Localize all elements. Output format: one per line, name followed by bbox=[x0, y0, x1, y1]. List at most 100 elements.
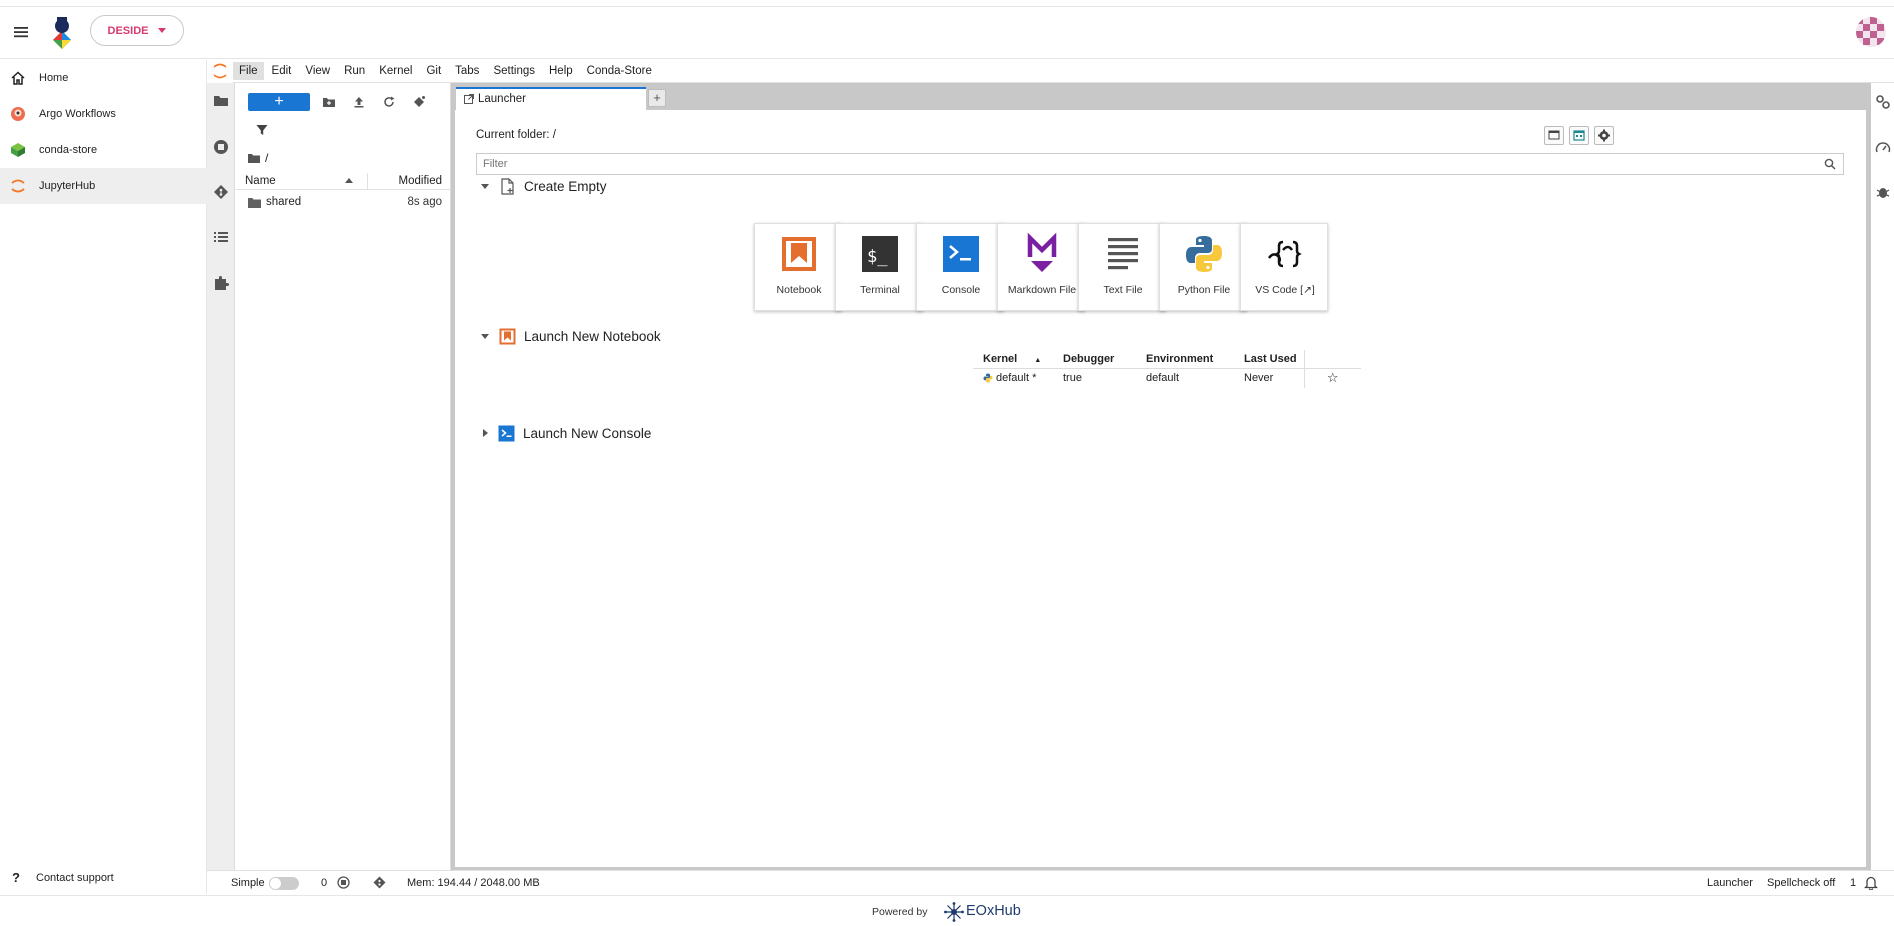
refresh-icon[interactable] bbox=[382, 95, 396, 109]
new-launcher-button[interactable]: + bbox=[248, 93, 310, 111]
sidebar-item-argo-workflows[interactable]: Argo Workflows bbox=[0, 96, 207, 132]
card-label: VS Code [↗] bbox=[1255, 284, 1315, 296]
kernel-row[interactable]: default * true default Never ☆ bbox=[973, 368, 1361, 388]
spellcheck-status[interactable]: Spellcheck off bbox=[1767, 877, 1835, 889]
layout-toggle-icon[interactable] bbox=[1544, 126, 1564, 145]
column-header-star bbox=[1303, 350, 1361, 369]
column-header-modified[interactable]: Modified bbox=[399, 175, 442, 187]
new-folder-icon[interactable] bbox=[322, 95, 336, 109]
launcher-filter-input[interactable] bbox=[476, 153, 1844, 175]
launcher-card-vscode[interactable]: VS Code [↗] bbox=[1240, 223, 1328, 311]
section-label: Create Empty bbox=[524, 178, 607, 194]
launcher-panel: Current folder: / Create Empty bbox=[455, 110, 1866, 867]
hamburger-menu-icon[interactable] bbox=[12, 23, 30, 41]
running-sessions-icon[interactable] bbox=[213, 139, 229, 155]
git-icon[interactable] bbox=[213, 184, 229, 200]
simple-mode-label: Simple bbox=[231, 877, 265, 889]
contact-support-link[interactable]: ? Contact support bbox=[0, 864, 207, 892]
filter-icon[interactable] bbox=[255, 123, 269, 137]
argo-icon bbox=[10, 106, 26, 122]
file-list-header: Name Modified bbox=[236, 173, 451, 190]
python-icon bbox=[1182, 232, 1226, 276]
bell-icon[interactable] bbox=[1864, 875, 1878, 890]
launcher-card-markdown[interactable]: Markdown File bbox=[997, 223, 1085, 311]
tenant-selector-button[interactable]: DESIDE bbox=[90, 15, 184, 46]
git-branch-icon[interactable] bbox=[373, 876, 386, 889]
chevron-right-icon bbox=[483, 429, 488, 437]
menu-settings[interactable]: Settings bbox=[487, 62, 541, 80]
card-label: Python File bbox=[1177, 284, 1231, 296]
menu-git[interactable]: Git bbox=[420, 62, 447, 80]
sidebar-item-jupyterhub[interactable]: JupyterHub bbox=[0, 168, 207, 204]
launcher-card-console[interactable]: Console bbox=[916, 223, 1004, 311]
column-header-environment[interactable]: Environment bbox=[1136, 350, 1234, 369]
simple-mode-toggle[interactable] bbox=[269, 877, 299, 890]
extensions-puzzle-icon[interactable] bbox=[213, 275, 229, 291]
settings-gear-icon[interactable] bbox=[1594, 126, 1614, 145]
kernel-status-icon[interactable] bbox=[337, 876, 350, 889]
eoxhub-brand[interactable]: EOxHub bbox=[966, 903, 1021, 919]
section-new-notebook[interactable]: Launch New Notebook bbox=[481, 326, 661, 346]
menu-run[interactable]: Run bbox=[338, 62, 371, 80]
memory-usage: Mem: 194.44 / 2048.00 MB bbox=[407, 877, 540, 889]
menu-file[interactable]: File bbox=[233, 62, 264, 80]
section-label: Launch New Console bbox=[523, 425, 652, 441]
calendar-icon[interactable] bbox=[1569, 126, 1589, 145]
column-header-last-used[interactable]: Last Used bbox=[1234, 350, 1304, 369]
launcher-tab-icon bbox=[464, 94, 474, 104]
folder-icon[interactable] bbox=[213, 93, 229, 109]
running-count[interactable]: 0 bbox=[321, 877, 327, 889]
breadcrumb[interactable]: / bbox=[248, 151, 268, 165]
column-header-kernel[interactable]: Kernel ▲ bbox=[973, 350, 1053, 369]
kernel-last-used: Never bbox=[1244, 372, 1274, 385]
chevron-down-icon bbox=[158, 28, 167, 33]
star-icon[interactable]: ☆ bbox=[1303, 368, 1361, 388]
menu-tabs[interactable]: Tabs bbox=[449, 62, 485, 80]
menu-bar: File Edit View Run Kernel Git Tabs Setti… bbox=[233, 60, 1894, 83]
tab-launcher[interactable]: Launcher bbox=[456, 87, 646, 110]
folder-icon bbox=[248, 154, 260, 163]
resource-usage-gauge-icon[interactable] bbox=[1875, 140, 1891, 156]
left-activity-bar bbox=[207, 83, 235, 870]
file-browser-panel: + / Name Modified shared 8s ago bbox=[236, 83, 451, 870]
git-clone-icon[interactable] bbox=[412, 95, 426, 109]
home-icon bbox=[10, 70, 26, 86]
launcher-card-python-file[interactable]: Python File bbox=[1159, 223, 1247, 311]
kernel-table-header: Kernel ▲ Debugger Environment Last Used bbox=[973, 350, 1361, 369]
menu-kernel[interactable]: Kernel bbox=[373, 62, 418, 80]
menu-view[interactable]: View bbox=[299, 62, 336, 80]
status-bar: Simple 0 Mem: 194.44 / 2048.00 MB Launch… bbox=[207, 870, 1894, 894]
menu-edit[interactable]: Edit bbox=[266, 62, 298, 80]
tab-label: Launcher bbox=[478, 93, 526, 105]
column-header-name[interactable]: Name bbox=[245, 175, 276, 187]
breadcrumb-root[interactable]: / bbox=[265, 151, 268, 165]
terminal-icon: $_ bbox=[858, 232, 902, 276]
menu-conda-store[interactable]: Conda-Store bbox=[581, 62, 658, 80]
section-new-console[interactable]: Launch New Console bbox=[481, 423, 651, 443]
sidebar-item-home[interactable]: Home bbox=[0, 60, 207, 96]
eoxhub-logo-icon[interactable] bbox=[944, 902, 964, 922]
launcher-card-terminal[interactable]: $_ Terminal bbox=[835, 223, 923, 311]
launcher-card-notebook[interactable]: Notebook bbox=[754, 223, 842, 311]
debugger-bug-icon[interactable] bbox=[1875, 184, 1891, 200]
column-divider bbox=[367, 173, 368, 190]
console-icon bbox=[939, 232, 983, 276]
notification-count[interactable]: 1 bbox=[1850, 877, 1856, 889]
menu-help[interactable]: Help bbox=[543, 62, 579, 80]
upload-icon[interactable] bbox=[352, 95, 366, 109]
vscode-icon bbox=[1263, 232, 1307, 276]
python-icon bbox=[983, 373, 993, 383]
section-create-empty[interactable]: Create Empty bbox=[481, 176, 607, 196]
launcher-card-text-file[interactable]: Text File bbox=[1078, 223, 1166, 311]
file-row[interactable]: shared 8s ago bbox=[236, 194, 451, 212]
column-header-debugger[interactable]: Debugger bbox=[1053, 350, 1136, 369]
current-activity-label: Launcher bbox=[1707, 877, 1753, 889]
property-inspector-gears-icon[interactable] bbox=[1875, 94, 1891, 110]
table-of-contents-icon[interactable] bbox=[213, 229, 229, 245]
kernel-name: default * bbox=[996, 372, 1037, 385]
add-tab-button[interactable]: + bbox=[648, 89, 666, 107]
user-avatar[interactable] bbox=[1856, 17, 1886, 47]
hub-logo[interactable] bbox=[45, 15, 79, 49]
sidebar-item-conda-store[interactable]: conda-store bbox=[0, 132, 207, 168]
card-label: Console bbox=[941, 284, 981, 296]
